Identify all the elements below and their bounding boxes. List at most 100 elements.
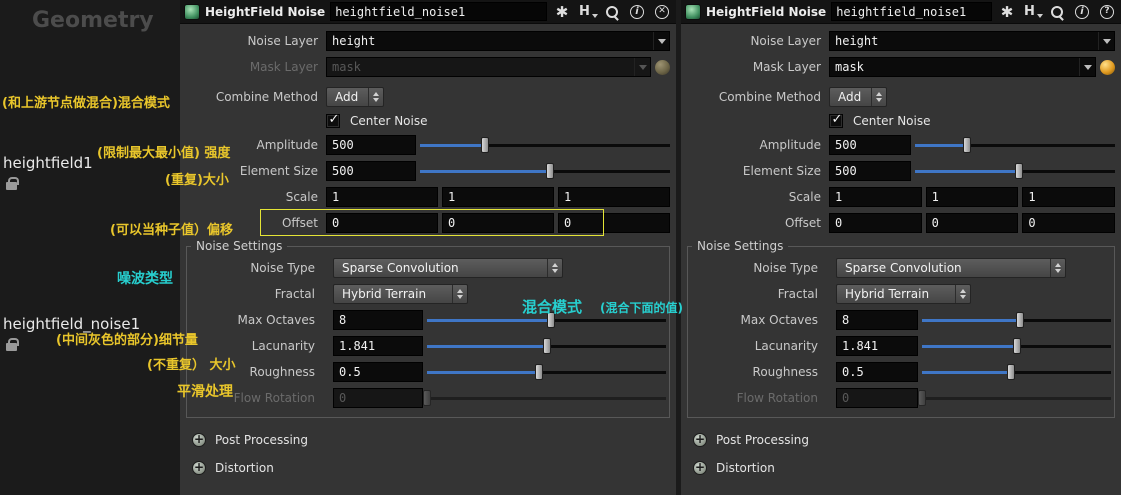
- slider-handle[interactable]: [481, 137, 489, 153]
- layer-globe-icon[interactable]: [1100, 59, 1115, 75]
- layer-globe-icon[interactable]: [655, 59, 670, 75]
- combine-method-dropdown[interactable]: Add: [326, 87, 385, 107]
- element-size-slider[interactable]: [915, 162, 1115, 180]
- roughness-slider[interactable]: [922, 363, 1111, 381]
- scale-x-field[interactable]: 1: [829, 187, 922, 207]
- expression-language-icon[interactable]: H: [577, 2, 598, 22]
- expand-plus-icon[interactable]: +: [192, 433, 206, 447]
- offset-x-field[interactable]: 0: [326, 213, 438, 233]
- scale-x-field[interactable]: 1: [326, 187, 438, 207]
- expression-language-icon[interactable]: H: [1022, 2, 1043, 22]
- post-processing-section[interactable]: + Post Processing: [186, 428, 670, 452]
- scale-z-field[interactable]: 1: [1022, 187, 1116, 207]
- lacunarity-label: Lacunarity: [251, 339, 315, 353]
- noise-type-dropdown[interactable]: Sparse Convolution: [836, 258, 1066, 278]
- scale-y-field[interactable]: 1: [925, 187, 1019, 207]
- slider-handle[interactable]: [1006, 364, 1015, 380]
- slider-handle[interactable]: [535, 364, 544, 380]
- roughness-field[interactable]: 0.5: [836, 362, 918, 382]
- spinner-arrows-icon[interactable]: [547, 259, 562, 277]
- lacunarity-field[interactable]: 1.841: [836, 336, 918, 356]
- param-row-noise-layer: Noise Layer height: [687, 30, 1115, 52]
- check-icon: ✓: [831, 111, 843, 127]
- info-icon[interactable]: i: [627, 2, 647, 22]
- offset-z-field[interactable]: 0: [1022, 213, 1116, 233]
- scale-z-field[interactable]: 1: [558, 187, 670, 207]
- combine-method-value: Add: [838, 90, 862, 104]
- node-name-input[interactable]: [330, 2, 547, 21]
- close-icon[interactable]: ✕: [652, 2, 672, 22]
- roughness-field[interactable]: 0.5: [333, 362, 423, 382]
- spinner-arrows-icon[interactable]: [368, 88, 383, 106]
- search-icon[interactable]: [1047, 2, 1067, 22]
- slider-handle[interactable]: [1016, 312, 1025, 328]
- fractal-value: Hybrid Terrain: [342, 287, 427, 301]
- node-heightfield-noise1-label[interactable]: heightfield_noise1: [3, 315, 140, 333]
- chevron-down-icon[interactable]: [1098, 32, 1114, 50]
- mask-layer-field[interactable]: mask: [829, 57, 1096, 77]
- amplitude-slider[interactable]: [915, 136, 1115, 154]
- offset-z-field[interactable]: 0: [558, 213, 670, 233]
- lacunarity-slider[interactable]: [427, 337, 666, 355]
- distortion-label: Distortion: [716, 461, 775, 475]
- max-octaves-field[interactable]: 8: [333, 310, 423, 330]
- max-octaves-slider[interactable]: [922, 311, 1111, 329]
- lock-icon: [6, 338, 19, 351]
- chevron-down-icon[interactable]: [1079, 58, 1095, 76]
- fractal-dropdown[interactable]: Hybrid Terrain: [836, 284, 971, 304]
- slider-handle[interactable]: [1012, 338, 1021, 354]
- flow-rotation-field: 0: [333, 388, 423, 408]
- help-icon[interactable]: ?: [1097, 2, 1117, 22]
- slider-handle[interactable]: [546, 163, 554, 179]
- amplitude-slider[interactable]: [420, 136, 670, 154]
- element-size-slider[interactable]: [420, 162, 670, 180]
- element-size-field[interactable]: 500: [829, 161, 911, 181]
- center-noise-checkbox[interactable]: ✓: [829, 111, 843, 128]
- slider-handle[interactable]: [963, 137, 971, 153]
- search-icon[interactable]: [602, 2, 622, 22]
- element-size-field[interactable]: 500: [326, 161, 416, 181]
- offset-y-field[interactable]: 0: [925, 213, 1019, 233]
- noise-layer-field[interactable]: height: [829, 31, 1115, 51]
- noise-type-dropdown[interactable]: Sparse Convolution: [333, 258, 563, 278]
- gear-menu-icon[interactable]: ✱: [552, 2, 572, 22]
- max-octaves-field[interactable]: 8: [836, 310, 918, 330]
- noise-layer-field[interactable]: height: [326, 31, 670, 51]
- expand-plus-icon[interactable]: +: [693, 433, 707, 447]
- fractal-dropdown[interactable]: Hybrid Terrain: [333, 284, 468, 304]
- scale-y-field[interactable]: 1: [442, 187, 554, 207]
- distortion-section[interactable]: + Distortion: [186, 456, 670, 480]
- lacunarity-field[interactable]: 1.841: [333, 336, 423, 356]
- chevron-down-icon[interactable]: [653, 32, 669, 50]
- slider-handle[interactable]: [1015, 163, 1023, 179]
- offset-x-field[interactable]: 0: [829, 213, 922, 233]
- post-processing-section[interactable]: + Post Processing: [687, 428, 1115, 452]
- info-glyph: i: [630, 4, 644, 19]
- scale-z-value: 1: [564, 190, 572, 204]
- param-row-center-noise: ✓ Center Noise: [186, 112, 670, 130]
- spinner-arrows-icon[interactable]: [1050, 259, 1065, 277]
- gear-menu-icon[interactable]: ✱: [997, 2, 1017, 22]
- distortion-section[interactable]: + Distortion: [687, 456, 1115, 480]
- node-heightfield1-label[interactable]: heightfield1: [3, 154, 93, 172]
- center-noise-checkbox[interactable]: ✓: [326, 113, 340, 128]
- max-octaves-slider[interactable]: [427, 311, 666, 329]
- spinner-arrows-icon[interactable]: [452, 285, 467, 303]
- info-icon[interactable]: i: [1072, 2, 1092, 22]
- spinner-arrows-icon[interactable]: [955, 285, 970, 303]
- expand-plus-icon[interactable]: +: [192, 461, 206, 475]
- amplitude-field[interactable]: 500: [326, 135, 416, 155]
- expand-plus-icon[interactable]: +: [693, 461, 707, 475]
- slider-handle[interactable]: [542, 338, 551, 354]
- roughness-slider[interactable]: [427, 363, 666, 381]
- mask-layer-field: mask: [326, 57, 651, 77]
- max-octaves-label: Max Octaves: [237, 313, 315, 327]
- combine-method-dropdown[interactable]: Add: [829, 87, 888, 107]
- offset-y-field[interactable]: 0: [442, 213, 554, 233]
- spinner-arrows-icon[interactable]: [871, 88, 886, 106]
- noise-layer-label: Noise Layer: [750, 34, 821, 48]
- node-name-input[interactable]: [831, 2, 992, 21]
- amplitude-field[interactable]: 500: [829, 135, 911, 155]
- lacunarity-slider[interactable]: [922, 337, 1111, 355]
- slider-handle[interactable]: [547, 312, 556, 328]
